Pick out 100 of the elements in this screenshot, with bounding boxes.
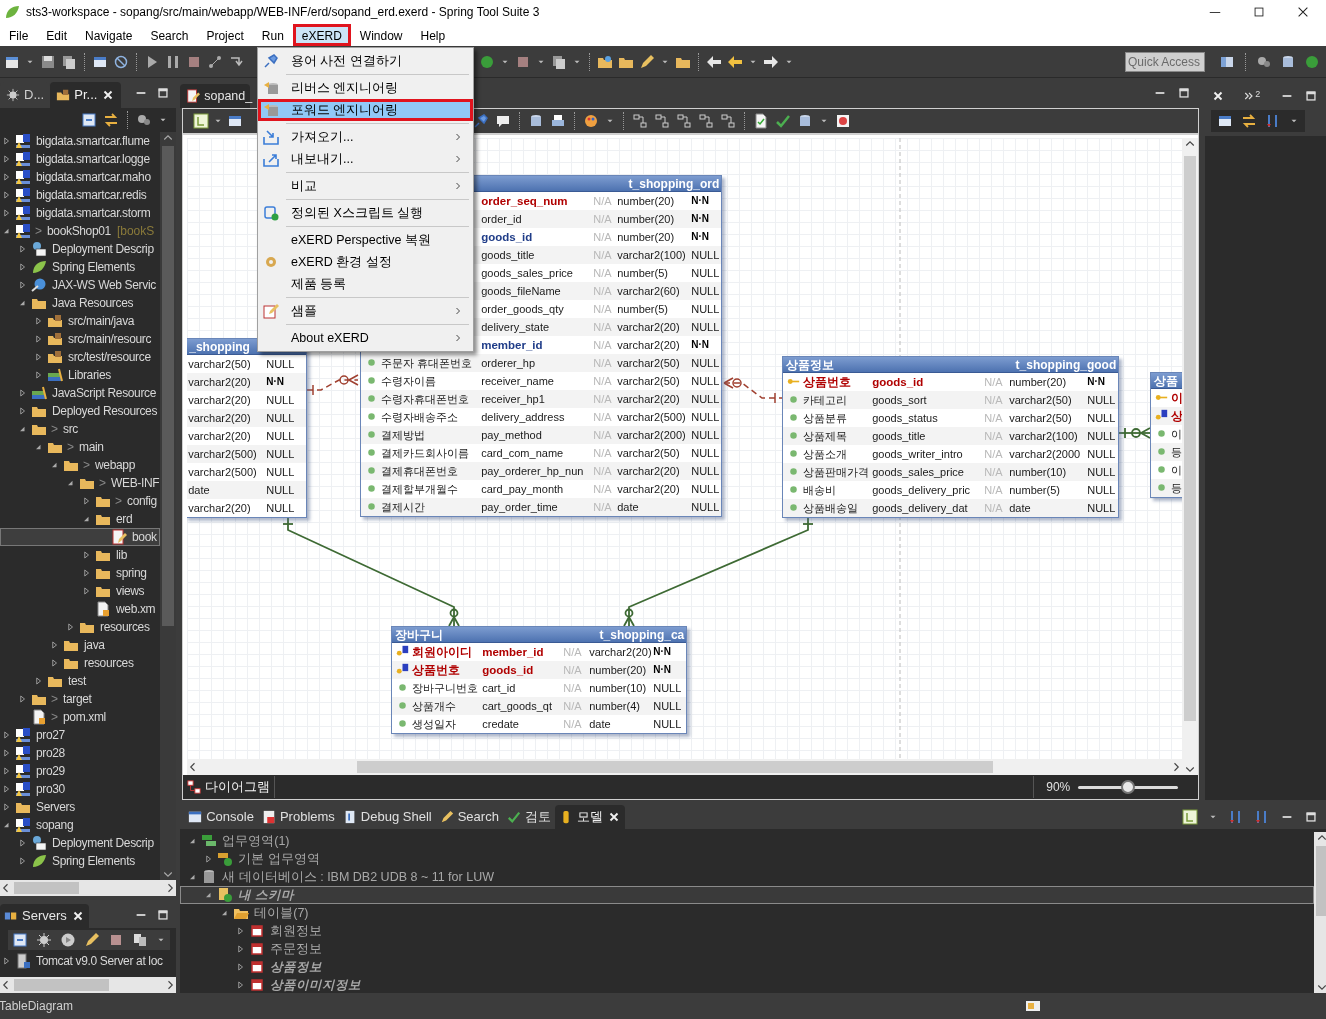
maximize-icon[interactable] xyxy=(1304,810,1319,824)
overflow-button[interactable]: 2 xyxy=(1243,90,1261,102)
horizontal-scrollbar[interactable] xyxy=(187,759,1183,775)
layout-icon[interactable] xyxy=(654,113,671,129)
tree-item[interactable]: bigdata.smartcar.maho xyxy=(0,168,161,186)
tree-item[interactable]: bigdata.smartcar.storm xyxy=(0,204,161,222)
check-icon[interactable] xyxy=(775,113,792,129)
view-tab[interactable]: 검토 xyxy=(502,805,555,829)
tree-item[interactable]: > WEB-INF xyxy=(0,474,161,492)
window-icon[interactable] xyxy=(1217,113,1234,129)
tree-item[interactable]: pro30 xyxy=(0,780,161,798)
tree-item[interactable]: > pom.xml xyxy=(0,708,161,726)
horizontal-scrollbar[interactable] xyxy=(0,977,177,993)
maximize-icon[interactable] xyxy=(1304,89,1319,103)
tree-item[interactable]: 주문정보 xyxy=(180,940,1315,958)
menu-item[interactable]: File xyxy=(0,24,38,46)
publish-icon[interactable] xyxy=(132,932,148,948)
menu-item[interactable]: Help xyxy=(411,24,455,46)
tree-item[interactable]: bigdata.smartcar.logge xyxy=(0,150,161,168)
servers-tab[interactable]: Servers xyxy=(0,904,89,928)
layout-icon[interactable] xyxy=(698,113,715,129)
tree-item[interactable]: test xyxy=(0,672,161,690)
tree-item[interactable]: > webapp xyxy=(0,456,161,474)
menu-item[interactable]: Navigate xyxy=(76,24,142,46)
tree-item[interactable]: lib xyxy=(0,546,161,564)
relationship-line[interactable] xyxy=(306,374,359,396)
tree-item[interactable]: book xyxy=(0,528,161,546)
tree-item[interactable]: java xyxy=(0,636,161,654)
tree-item[interactable]: 내 스키마 xyxy=(180,886,1315,904)
tree-item[interactable]: src/main/resourc xyxy=(0,330,161,348)
menu-item[interactable]: Project xyxy=(197,24,253,46)
tree-item[interactable]: pro29 xyxy=(0,762,161,780)
horizontal-scrollbar[interactable] xyxy=(0,880,177,896)
scrollbar-thumb[interactable] xyxy=(1184,156,1197,721)
view-tab[interactable]: Debug Shell xyxy=(338,805,436,829)
tree-item[interactable]: web.xm xyxy=(0,600,161,618)
scrollbar-thumb[interactable] xyxy=(357,761,994,773)
pages-icon[interactable] xyxy=(61,53,77,70)
tree-item[interactable]: > target xyxy=(0,690,161,708)
menu-item[interactable]: Window xyxy=(350,24,412,46)
menu-item[interactable]: 포워드 엔지니어링 xyxy=(258,99,473,121)
zoom-slider[interactable] xyxy=(1078,780,1179,794)
run-icon[interactable] xyxy=(1304,53,1320,70)
maximize-icon[interactable] xyxy=(156,908,171,922)
link-arrows-icon[interactable] xyxy=(103,112,120,128)
table-layout-icon[interactable] xyxy=(1182,809,1199,825)
vertical-scrollbar[interactable] xyxy=(1314,832,1326,993)
tree-item[interactable]: Tomcat v9.0 Server at loc xyxy=(0,952,177,970)
view-tab[interactable]: Pr... xyxy=(50,82,122,108)
menu-item[interactable]: 비교 xyxy=(258,175,473,197)
tree-item[interactable]: resources xyxy=(0,618,161,636)
tree-item[interactable]: > bookShop01 [bookS xyxy=(0,222,161,240)
scrollbar-thumb[interactable] xyxy=(162,146,175,626)
link-arrows-icon[interactable] xyxy=(1241,113,1258,129)
relationship-line[interactable] xyxy=(723,377,783,404)
tree-item[interactable]: > main xyxy=(0,438,161,456)
tree-item[interactable]: 회원정보 xyxy=(180,922,1315,940)
speech-bubble-icon[interactable] xyxy=(495,113,512,129)
view-tab[interactable]: Search xyxy=(435,805,503,829)
quick-access-field[interactable]: Quick Access xyxy=(1125,51,1205,72)
menu-item[interactable]: 리버스 엔지니어링 xyxy=(258,77,473,99)
tree-item[interactable]: Java Resources xyxy=(0,294,161,312)
layout-icon[interactable] xyxy=(720,113,737,129)
tree-item[interactable]: sopang xyxy=(0,816,161,834)
tree-item[interactable]: Deployment Descrip xyxy=(0,240,161,258)
tree-item[interactable]: views xyxy=(0,582,161,600)
tree-item[interactable]: 기본 업무영역 xyxy=(180,850,1315,868)
menu-item[interactable]: 용어 사전 연결하기 xyxy=(258,50,473,72)
layout-icon[interactable] xyxy=(676,113,693,129)
tree-item[interactable]: 테이블(7) xyxy=(180,904,1315,922)
pin-icon[interactable] xyxy=(473,113,490,129)
tree-item[interactable]: JAX-WS Web Servic xyxy=(0,276,161,294)
database-icon[interactable] xyxy=(1280,53,1296,70)
collapse-all-icon[interactable] xyxy=(81,112,98,128)
entity-table[interactable]: 장바구니 t_shopping_ca 회원아이디 member_id N/A varchar2(20)N·N 상품번호 goods_id N/A number(20) N·N 장바구니번호 cart_id N/A number(10) NULL 상품개수 cart_goods_qt N/A number(4) NULL 생성일자 credate N/A date NULL xyxy=(391,626,688,734)
tree-item[interactable]: > src xyxy=(0,420,161,438)
scrollbar-thumb[interactable] xyxy=(14,882,79,894)
tree-item[interactable]: 업무영역(1) xyxy=(180,832,1315,850)
branch-icon[interactable] xyxy=(207,53,223,70)
menu-item[interactable]: 정의된 X스크립트 실행 xyxy=(258,202,473,224)
window-icon[interactable] xyxy=(227,113,244,129)
tree-item[interactable]: Deployed Resources xyxy=(0,402,161,420)
tree-item[interactable]: pro28 xyxy=(0,744,161,762)
tree-item[interactable]: > config xyxy=(0,492,161,510)
menu-item[interactable]: eXERD 환경 설정 xyxy=(258,251,473,273)
view-tab[interactable]: 모델 xyxy=(554,805,625,829)
status-icon[interactable] xyxy=(1025,998,1042,1014)
pencil-icon[interactable] xyxy=(84,932,100,948)
tree-item[interactable]: 새 데이터베이스 : IBM DB2 UDB 8 ~ 11 for LUW xyxy=(180,868,1315,886)
tree-item[interactable]: src/main/java xyxy=(0,312,161,330)
pause-icon[interactable] xyxy=(165,53,181,70)
collapse-all-icon[interactable] xyxy=(12,932,28,948)
menu-item[interactable]: 샘플 xyxy=(258,300,473,322)
menu-item[interactable]: 내보내기... xyxy=(258,148,473,170)
tree-item[interactable]: bigdata.smartcar.redis xyxy=(0,186,161,204)
no-entry-icon[interactable] xyxy=(113,53,129,70)
close-icon[interactable] xyxy=(1296,5,1310,19)
folder-icon[interactable] xyxy=(597,53,613,70)
maximize-icon[interactable] xyxy=(1177,86,1192,100)
layout-icon[interactable] xyxy=(632,113,649,129)
